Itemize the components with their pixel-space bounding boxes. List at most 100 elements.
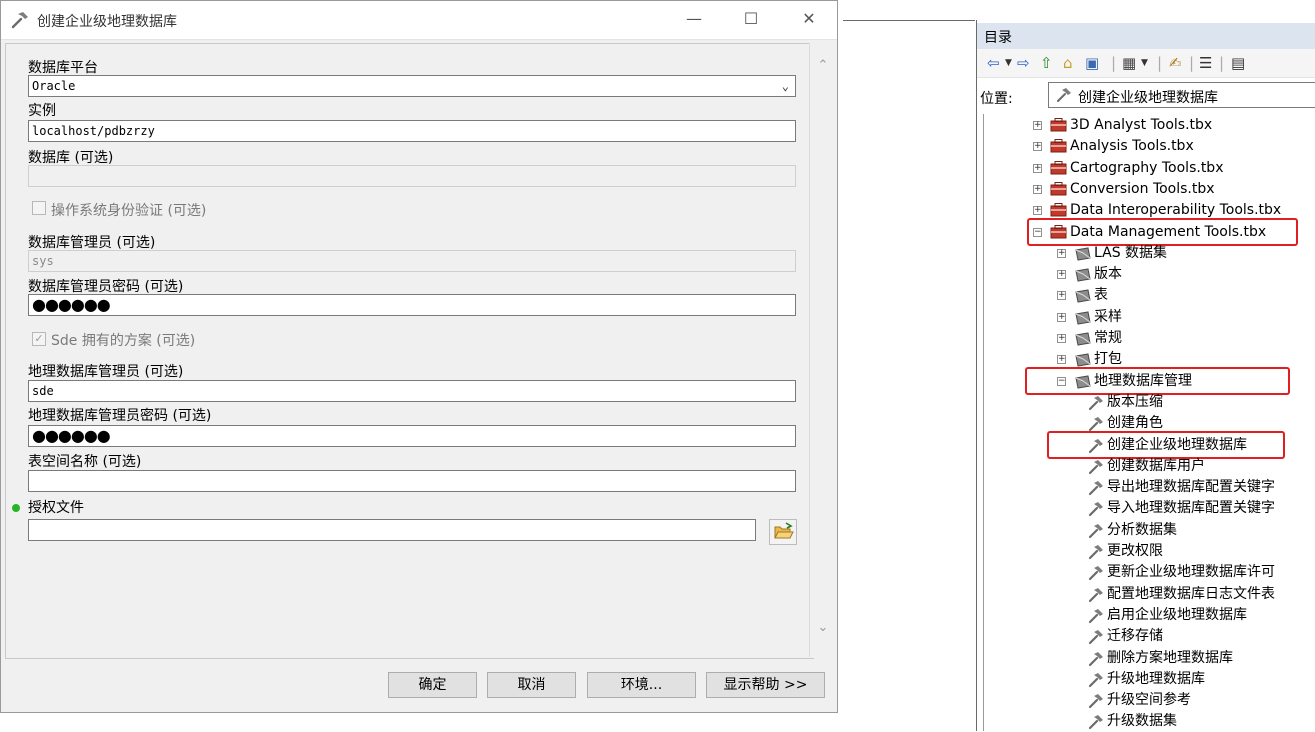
details-icon[interactable]: ▤ [1231, 53, 1245, 73]
tree-tool-item[interactable]: 更改权限 [984, 541, 1315, 562]
platform-select[interactable]: Oracle ⌄ [28, 75, 796, 97]
tree-tool-item[interactable]: 迁移存储 [984, 626, 1315, 647]
toolbar-separator: | [1111, 54, 1117, 72]
tree-tool-item[interactable]: 创建数据库用户 [984, 456, 1315, 477]
toolbox-icon [1050, 160, 1067, 175]
tree-tool-item[interactable]: 配置地理数据库日志文件表 [984, 584, 1315, 605]
expand-icon[interactable]: + [1033, 206, 1042, 216]
hammer-tool-icon [1057, 88, 1071, 102]
database-input [28, 165, 796, 187]
tablespace-input[interactable] [28, 470, 796, 492]
divider [843, 20, 975, 21]
catalog-window: 目录 ⇦ ▼ ⇨ ⇧ ⌂ ▣ | ▦ ▼ | ✍ | ☰ | ▤ 位置: 创建企… [976, 20, 1315, 731]
tree-toolbox-item[interactable]: + Analysis Tools.tbx [984, 136, 1315, 157]
tree-toolbox-item[interactable]: + Conversion Tools.tbx [984, 179, 1315, 200]
tree-item-label: Conversion Tools.tbx [1070, 180, 1215, 197]
open-folder-icon [774, 522, 794, 539]
auth-file-input[interactable] [28, 519, 756, 541]
browse-button[interactable] [769, 519, 797, 545]
close-button[interactable]: ✕ [786, 5, 832, 33]
view-dropdown-icon[interactable]: ▼ [1141, 53, 1148, 73]
platform-value: Oracle [32, 79, 76, 93]
tree-tool-item[interactable]: 更新企业级地理数据库许可 [984, 562, 1315, 583]
hammer-tool-icon [1088, 545, 1103, 560]
tree-view-icon[interactable]: ☰ [1199, 53, 1212, 73]
tree-item-label: 常规 [1094, 330, 1122, 346]
show-help-button[interactable]: 显示帮助 >> [706, 672, 825, 698]
catalog-header[interactable]: 目录 [977, 23, 1315, 49]
expand-icon[interactable]: + [1033, 121, 1042, 130]
expand-icon[interactable]: + [1033, 163, 1042, 173]
expand-icon[interactable]: + [1057, 334, 1066, 343]
scroll-up-icon[interactable]: ⌃ [814, 59, 832, 73]
gdb-admin-input[interactable]: sde [28, 380, 796, 402]
home-icon[interactable]: ⌂ [1063, 53, 1073, 73]
tree-toolset-item[interactable]: + LAS 数据集 [984, 243, 1315, 264]
expand-icon[interactable]: + [1057, 248, 1066, 258]
instance-input[interactable]: localhost/pdbzrzy [28, 120, 796, 142]
tree-item-label: LAS 数据集 [1094, 244, 1168, 261]
maximize-button[interactable]: ☐ [728, 5, 774, 33]
tree-tool-item[interactable]: 导出地理数据库配置关键字 [984, 477, 1315, 498]
tree-tool-item[interactable]: 导入地理数据库配置关键字 [984, 498, 1315, 519]
tree-tool-item[interactable]: 分析数据集 [984, 520, 1315, 541]
gdb-admin-password-input[interactable]: ●●●●●● [28, 425, 796, 447]
environments-button[interactable]: 环境... [587, 672, 696, 698]
tree-toolset-item[interactable]: + 常规 [984, 328, 1315, 349]
hammer-tool-icon [1088, 630, 1103, 645]
location-input[interactable]: 创建企业级地理数据库 [1048, 82, 1315, 108]
tree-item-label: 创建数据库用户 [1107, 457, 1205, 474]
tree-item-label: 迁移存储 [1107, 628, 1163, 645]
minimize-button[interactable]: — [671, 5, 717, 33]
tree-tool-item[interactable]: 升级地理数据库 [984, 669, 1315, 690]
tree-item-label: 导入地理数据库配置关键字 [1107, 500, 1275, 517]
hammer-tool-icon [1088, 566, 1103, 581]
connect-folder-icon[interactable]: ▣ [1085, 53, 1099, 73]
new-item-icon[interactable]: ✍ [1169, 53, 1182, 73]
view-grid-icon[interactable]: ▦ [1122, 53, 1136, 73]
tree-item-label: 表 [1094, 287, 1108, 304]
forward-arrow-icon[interactable]: ⇨ [1017, 53, 1030, 73]
tree-item-label: 3D Analyst Tools.tbx [1070, 117, 1213, 133]
tablespace-label: 表空间名称 (可选) [28, 454, 142, 470]
highlight-box [1025, 366, 1290, 395]
back-dropdown-icon[interactable]: ▼ [1005, 53, 1012, 73]
form-scrollbar[interactable]: ⌃ ⌄ [809, 43, 836, 657]
tree-item-label: 升级地理数据库 [1107, 670, 1205, 687]
tree-toolset-item[interactable]: + 表 [984, 285, 1315, 306]
cancel-button[interactable]: 取消 [487, 672, 576, 698]
tree-item-label: 采样 [1094, 308, 1122, 325]
tree-tool-item[interactable]: 启用企业级地理数据库 [984, 605, 1315, 626]
expand-icon[interactable]: + [1033, 184, 1042, 194]
scroll-down-icon[interactable]: ⌄ [814, 621, 832, 635]
tree-toolbox-item[interactable]: +3D Analyst Tools.tbx [984, 115, 1315, 136]
expand-icon[interactable]: + [1057, 291, 1066, 301]
expand-icon[interactable]: + [1057, 270, 1066, 280]
tree-item-label: 删除方案地理数据库 [1107, 649, 1233, 666]
tree-toolbox-item[interactable]: + Cartography Tools.tbx [984, 158, 1315, 179]
chevron-down-icon[interactable]: ⌄ [782, 76, 789, 96]
expand-icon[interactable]: + [1033, 142, 1042, 152]
tree-tool-item[interactable]: 版本压缩 [984, 392, 1315, 413]
tree-tool-item[interactable]: 升级空间参考 [984, 690, 1315, 711]
dba-password-input[interactable]: ●●●●●● [28, 294, 796, 316]
tree-toolset-item[interactable]: + 采样 [984, 307, 1315, 328]
dialog-titlebar[interactable]: 创建企业级地理数据库 — ☐ ✕ [1, 1, 837, 40]
database-label: 数据库 (可选) [28, 150, 114, 166]
toolbar-separator-3: | [1189, 54, 1195, 72]
toolbox-icon [1050, 118, 1067, 132]
tree-item-label: 启用企业级地理数据库 [1107, 606, 1247, 623]
tree-tool-item[interactable]: 升级数据集 [984, 711, 1315, 732]
gdb-admin-password-label: 地理数据库管理员密码 (可选) [28, 408, 212, 424]
tree-tool-item[interactable]: 删除方案地理数据库 [984, 648, 1315, 669]
location-value: 创建企业级地理数据库 [1078, 90, 1218, 106]
up-folder-icon[interactable]: ⇧ [1040, 53, 1053, 73]
auth-file-label: 授权文件 [28, 500, 84, 516]
ok-button[interactable]: 确定 [388, 672, 477, 698]
back-arrow-icon[interactable]: ⇦ [987, 53, 1000, 73]
expand-icon[interactable]: + [1057, 312, 1066, 322]
expand-icon[interactable]: + [1057, 355, 1066, 365]
create-enterprise-gdb-dialog: 创建企业级地理数据库 — ☐ ✕ 数据库平台 Oracle ⌄ 实例 local… [0, 0, 838, 713]
toolset-icon [1075, 247, 1091, 261]
tree-toolset-item[interactable]: + 版本 [984, 264, 1315, 285]
